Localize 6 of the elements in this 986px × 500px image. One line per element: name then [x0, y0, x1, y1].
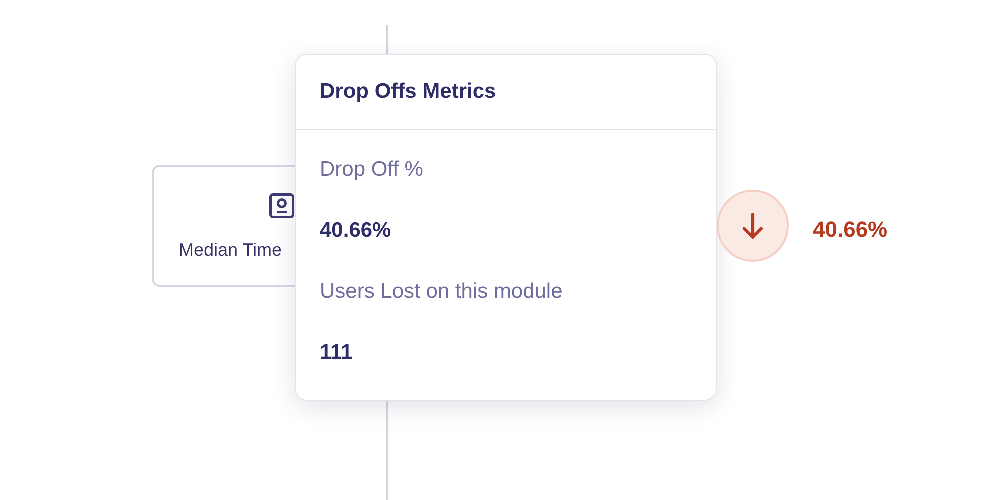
id-card-icon [267, 191, 297, 221]
node-label: Median Time [179, 239, 282, 262]
metric-value: 111 [320, 340, 354, 366]
tooltip-title: Drop Offs Metrics [320, 79, 496, 106]
drop-off-value: 40.66% [813, 216, 888, 244]
metric-value: 40.66% [320, 218, 392, 244]
